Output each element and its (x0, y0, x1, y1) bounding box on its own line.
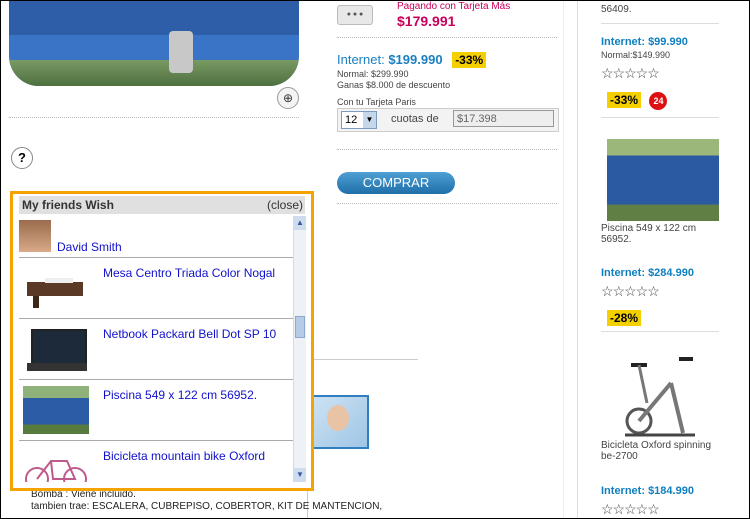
list-item-name[interactable]: Netbook Packard Bell Dot SP 10 (95, 327, 283, 341)
popup-title: My friends Wish (22, 198, 114, 212)
friend-row[interactable]: David Smith (19, 216, 293, 256)
product-image (9, 1, 299, 86)
rating-stars[interactable]: ☆☆☆☆☆ (601, 283, 660, 300)
list-item[interactable]: Mesa Centro Triada Color Nogal (19, 257, 293, 319)
rating-stars[interactable]: ☆☆☆☆☆ (601, 65, 660, 82)
customer-service-image[interactable] (307, 395, 369, 449)
pool-thumbnail (23, 386, 89, 434)
divider (601, 23, 719, 24)
sidebar-internet-label: Internet: (601, 36, 645, 48)
page-frame: ⊕ ? ● ● ● Pagando con Tarjeta Más $179.9… (0, 0, 750, 519)
sidebar-badges: -28% (607, 309, 642, 327)
column-divider (563, 1, 564, 518)
description-line: tambien trae: ESCALERA, CUBREPISO, COBER… (31, 501, 383, 512)
sidebar-normal-price: Normal:$149.990 (601, 50, 671, 60)
list-item-name[interactable]: Mesa Centro Triada Color Nogal (103, 266, 291, 280)
scroll-up-icon[interactable]: ▲ (294, 216, 306, 230)
discount-badge: -33% (452, 52, 487, 68)
divider (601, 331, 719, 332)
sidebar-internet-label: Internet: (601, 485, 645, 497)
payment-cards-icon: ● ● ● (337, 5, 373, 25)
rating-stars[interactable]: ☆☆☆☆☆ (601, 501, 660, 518)
close-button[interactable]: (close) (267, 196, 303, 214)
zoom-icon[interactable]: ⊕ (277, 87, 299, 109)
card-label: Con tu Tarjeta Paris (337, 97, 416, 107)
internet-price: $199.990 (388, 52, 443, 67)
sidebar-price-row[interactable]: Internet: $184.990 (601, 485, 694, 497)
sidebar-product-image[interactable] (621, 353, 701, 438)
popup-scrollbar[interactable]: ▲ ▼ (293, 216, 306, 482)
24-hour-icon: 24 (649, 92, 668, 110)
bicycle-icon (25, 460, 87, 482)
avatar (19, 220, 51, 252)
help-icon[interactable]: ? (11, 147, 33, 169)
sidebar-price-row[interactable]: Internet: $284.990 (601, 267, 694, 279)
friend-name[interactable]: David Smith (57, 240, 122, 254)
column-divider (577, 1, 578, 518)
popup-header: My friends Wish (close) (19, 196, 305, 214)
chevron-down-icon: ▼ (363, 112, 376, 128)
discount-badge: -33% (607, 92, 642, 108)
internet-price-row: Internet: $199.990 -33% (337, 52, 487, 68)
pay-card-price: $179.991 (397, 13, 456, 29)
netbook-thumbnail (23, 325, 89, 373)
cuotas-label: cuotas de (391, 113, 439, 125)
sidebar-badges: -33% 24 (607, 91, 668, 110)
sidebar-product-caption[interactable]: Piscina 549 x 122 cm 56952. (601, 223, 713, 245)
product-description: Bomba : Viene incluido. tambien trae: ES… (31, 489, 431, 513)
internet-label: Internet: (337, 52, 385, 67)
sidebar-product-caption[interactable]: Bicicleta Oxford spinning be-2700 (601, 440, 721, 462)
bicycle-thumbnail (23, 447, 89, 482)
sidebar-internet-label: Internet: (601, 267, 645, 279)
sidebar-product-image[interactable] (607, 139, 719, 221)
sidebar-price-row[interactable]: Internet: $99.990 (601, 36, 688, 48)
normal-price: Normal: $299.990 (337, 69, 409, 79)
divider (601, 117, 719, 118)
scroll-down-icon[interactable]: ▼ (294, 468, 306, 482)
list-item[interactable]: Piscina 549 x 122 cm 56952. (19, 379, 293, 441)
list-item[interactable]: Netbook Packard Bell Dot SP 10 (19, 318, 293, 380)
sidebar-price: $99.990 (648, 36, 688, 48)
pay-card-label: Pagando con Tarjeta Más (397, 1, 511, 12)
scroll-thumb[interactable] (295, 316, 305, 338)
list-item[interactable]: Bicicleta mountain bike Oxford (19, 440, 293, 482)
divider (9, 117, 299, 118)
agent-face (327, 405, 349, 431)
discount-badge: -28% (607, 310, 642, 326)
sidebar-price: $184.990 (648, 485, 694, 497)
buy-button[interactable]: COMPRAR (337, 172, 455, 194)
pool-filter (169, 31, 193, 73)
installments-select[interactable]: 12 ▼ (341, 111, 377, 129)
friends-wish-popup: My friends Wish (close) David Smith Mesa… (10, 191, 314, 491)
list-item-name[interactable]: Piscina 549 x 122 cm 56952. (103, 388, 291, 402)
list-item-name[interactable]: Bicicleta mountain bike Oxford (103, 449, 291, 463)
installments-value: 12 (345, 114, 358, 126)
sidebar-code: 56409. (601, 4, 632, 15)
divider (337, 37, 557, 38)
wish-list: David Smith Mesa Centro Triada Color Nog… (19, 216, 293, 482)
exercise-bike-icon (625, 357, 695, 437)
grass-area (9, 60, 299, 86)
divider (337, 149, 557, 150)
savings-text: Ganas $8.000 de descuento (337, 80, 451, 90)
coffee-table-thumbnail (23, 264, 89, 312)
divider (337, 203, 557, 204)
sidebar-price: $284.990 (648, 267, 694, 279)
cuota-value-field: $17.398 (453, 110, 554, 127)
